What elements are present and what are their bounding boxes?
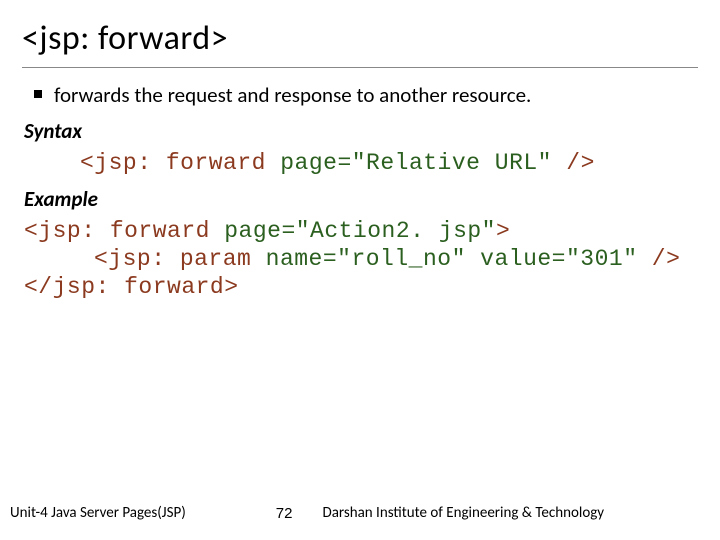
bullet-text: forwards the request and response to ano… [54, 82, 531, 108]
slide-footer: Unit-4 Java Server Pages(JSP) 72 Darshan… [0, 504, 720, 522]
square-bullet-icon [34, 90, 42, 98]
example-line-2: <jsp: param name="roll_no" value="301" /… [24, 246, 698, 272]
bullet-item: forwards the request and response to ano… [22, 82, 698, 108]
ex2-open: <jsp: param [94, 246, 266, 272]
ex2-attr: name="roll_no" value="301" [266, 246, 638, 272]
footer-institute: Darshan Institute of Engineering & Techn… [322, 504, 604, 522]
ex1-open: <jsp: forward [24, 218, 224, 244]
ex2-close: /> [638, 246, 681, 272]
example-heading: Example [22, 186, 698, 212]
syntax-heading: Syntax [22, 118, 698, 144]
syntax-attr: page="Relative URL" [280, 150, 552, 176]
example-line-1: <jsp: forward page="Action2. jsp"> [24, 218, 698, 244]
footer-unit: Unit-4 Java Server Pages(JSP) [10, 504, 186, 522]
ex1-attr: page="Action2. jsp" [224, 218, 496, 244]
footer-page-number: 72 [276, 505, 293, 522]
syntax-tag-open: <jsp: forward [80, 150, 280, 176]
slide-title: <jsp: forward> [22, 18, 698, 68]
syntax-code: <jsp: forward page="Relative URL" /> [80, 150, 698, 176]
example-line-3: </jsp: forward> [24, 274, 698, 300]
syntax-tag-close: /> [552, 150, 595, 176]
ex1-close: > [496, 218, 510, 244]
